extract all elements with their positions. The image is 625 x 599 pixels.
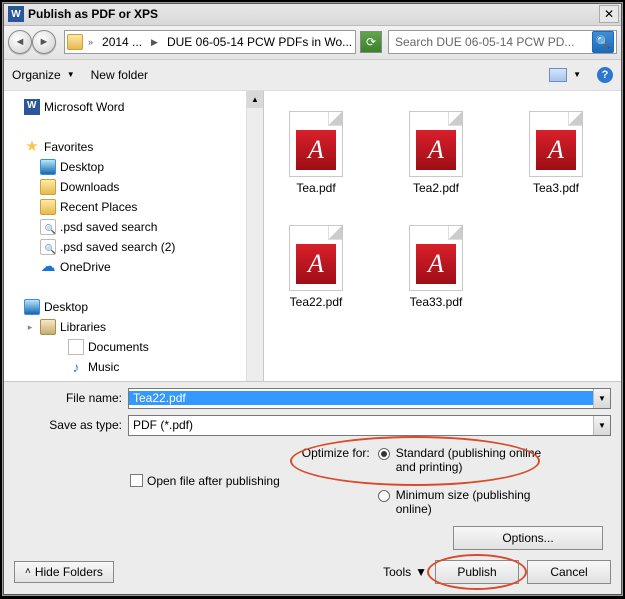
filename-input[interactable]: Tea22.pdf ▼ (128, 388, 611, 409)
open-after-checkbox[interactable]: Open file after publishing (130, 446, 280, 516)
search-input[interactable]: Search DUE 06-05-14 PCW PD... 🔍 (388, 30, 617, 54)
saveastype-value: PDF (*.pdf) (129, 418, 593, 432)
file-item[interactable]: A Tea2.pdf (396, 111, 476, 195)
new-folder-button[interactable]: New folder (91, 68, 148, 82)
tree-item-onedrive[interactable]: ☁OneDrive (4, 257, 263, 277)
bottom-panel: File name: Tea22.pdf ▼ Save as type: PDF… (4, 382, 621, 594)
search-placeholder: Search DUE 06-05-14 PCW PD... (391, 35, 590, 49)
optimize-label: Optimize for: (300, 446, 370, 516)
file-name: Tea3.pdf (533, 181, 579, 195)
word-icon (24, 99, 40, 115)
folder-icon (40, 179, 56, 195)
main-body: Microsoft Word ★Favorites Desktop Downlo… (4, 91, 621, 382)
titlebar: W Publish as PDF or XPS ✕ (4, 4, 621, 26)
open-after-label: Open file after publishing (147, 474, 280, 488)
standard-label: Standard (publishing online and printing… (396, 446, 546, 474)
radio-icon (378, 490, 390, 502)
file-name: Tea33.pdf (410, 295, 463, 309)
pdf-icon: A (409, 225, 463, 291)
optimize-standard-radio[interactable]: Standard (publishing online and printing… (378, 446, 546, 474)
window-title: Publish as PDF or XPS (28, 7, 599, 21)
breadcrumb[interactable]: » 2014 ... ▶ DUE 06-05-14 PCW PDFs in Wo… (64, 30, 356, 54)
cancel-button[interactable]: Cancel (527, 560, 611, 584)
chevron-icon: » (85, 37, 96, 47)
cloud-icon: ☁ (40, 259, 56, 275)
nav-forward-button[interactable]: ► (32, 30, 56, 54)
tree-item-favorites[interactable]: ★Favorites (4, 137, 263, 157)
tools-label: Tools (383, 565, 411, 579)
file-name: Tea.pdf (296, 181, 335, 195)
optimize-minimum-radio[interactable]: Minimum size (publishing online) (378, 488, 546, 516)
options-button[interactable]: Options... (453, 526, 603, 550)
dropdown-icon[interactable]: ▼ (593, 416, 610, 435)
crumb-segment[interactable]: DUE 06-05-14 PCW PDFs in Wo... (163, 35, 356, 49)
document-icon (68, 339, 84, 355)
file-pane[interactable]: A Tea.pdf A Tea2.pdf A Tea3.pdf A Tea22.… (264, 91, 621, 381)
pdf-icon: A (289, 111, 343, 177)
saveastype-label: Save as type: (14, 418, 122, 432)
saved-search-icon (40, 239, 56, 255)
filename-label: File name: (14, 391, 122, 405)
checkbox-icon (130, 474, 143, 487)
tree-item-desktop2[interactable]: Desktop (4, 297, 263, 317)
file-item[interactable]: A Tea.pdf (276, 111, 356, 195)
file-item[interactable]: A Tea33.pdf (396, 225, 476, 309)
nav-bar: ◄ ► » 2014 ... ▶ DUE 06-05-14 PCW PDFs i… (4, 26, 621, 60)
tree-item-libraries[interactable]: ▸Libraries (4, 317, 263, 337)
tree-item-recent[interactable]: Recent Places (4, 197, 263, 217)
nav-back-button[interactable]: ◄ (8, 30, 32, 54)
chevron-down-icon: ▼ (573, 70, 581, 79)
crumb-segment[interactable]: 2014 ... (98, 35, 146, 49)
recent-icon (40, 199, 56, 215)
library-icon (40, 319, 56, 335)
tree-item-psd1[interactable]: .psd saved search (4, 217, 263, 237)
saveastype-select[interactable]: PDF (*.pdf) ▼ (128, 415, 611, 436)
tree-item-word[interactable]: Microsoft Word (4, 97, 263, 117)
file-name: Tea22.pdf (290, 295, 343, 309)
file-item[interactable]: A Tea22.pdf (276, 225, 356, 309)
refresh-button[interactable]: ⟳ (360, 31, 382, 53)
pdf-icon: A (529, 111, 583, 177)
organize-label: Organize (12, 68, 61, 82)
star-icon: ★ (24, 139, 40, 155)
chevron-down-icon: ▼ (67, 70, 75, 79)
organize-menu[interactable]: Organize ▼ (12, 68, 75, 82)
scroll-up-icon[interactable]: ▲ (247, 91, 263, 108)
tree-item-psd2[interactable]: .psd saved search (2) (4, 237, 263, 257)
tree-item-documents[interactable]: Documents (4, 337, 263, 357)
hide-folders-button[interactable]: ˄ Hide Folders (14, 561, 114, 583)
tree-item-music[interactable]: ♪Music (4, 357, 263, 377)
minimum-label: Minimum size (publishing online) (396, 488, 546, 516)
saved-search-icon (40, 219, 56, 235)
toolbar: Organize ▼ New folder ▼ ? (4, 60, 621, 92)
publish-button[interactable]: Publish (435, 560, 519, 584)
help-button[interactable]: ? (597, 67, 613, 83)
publish-dialog: W Publish as PDF or XPS ✕ ◄ ► » 2014 ...… (3, 3, 622, 595)
pdf-icon: A (409, 111, 463, 177)
tree-item-desktop[interactable]: Desktop (4, 157, 263, 177)
tree-scrollbar[interactable]: ▲ (246, 91, 263, 381)
newfolder-label: New folder (91, 68, 148, 82)
view-menu[interactable]: ▼ (549, 68, 581, 82)
file-item[interactable]: A Tea3.pdf (516, 111, 596, 195)
word-app-icon: W (8, 6, 24, 22)
tree-item-downloads[interactable]: Downloads (4, 177, 263, 197)
file-name: Tea2.pdf (413, 181, 459, 195)
chevron-down-icon: ▼ (415, 565, 427, 579)
chevron-icon: ▶ (148, 37, 161, 48)
search-icon[interactable]: 🔍 (592, 31, 614, 53)
caret-up-icon: ˄ (25, 566, 31, 577)
music-icon: ♪ (68, 359, 84, 375)
desktop-icon (24, 299, 40, 315)
desktop-icon (40, 159, 56, 175)
filename-value: Tea22.pdf (129, 391, 593, 405)
radio-icon (378, 448, 390, 460)
tools-menu[interactable]: Tools ▼ (383, 565, 427, 579)
view-icon (549, 68, 567, 82)
folder-tree: Microsoft Word ★Favorites Desktop Downlo… (4, 91, 264, 381)
close-button[interactable]: ✕ (599, 5, 619, 23)
folder-icon (67, 34, 83, 50)
pdf-icon: A (289, 225, 343, 291)
dropdown-icon[interactable]: ▼ (593, 389, 610, 408)
